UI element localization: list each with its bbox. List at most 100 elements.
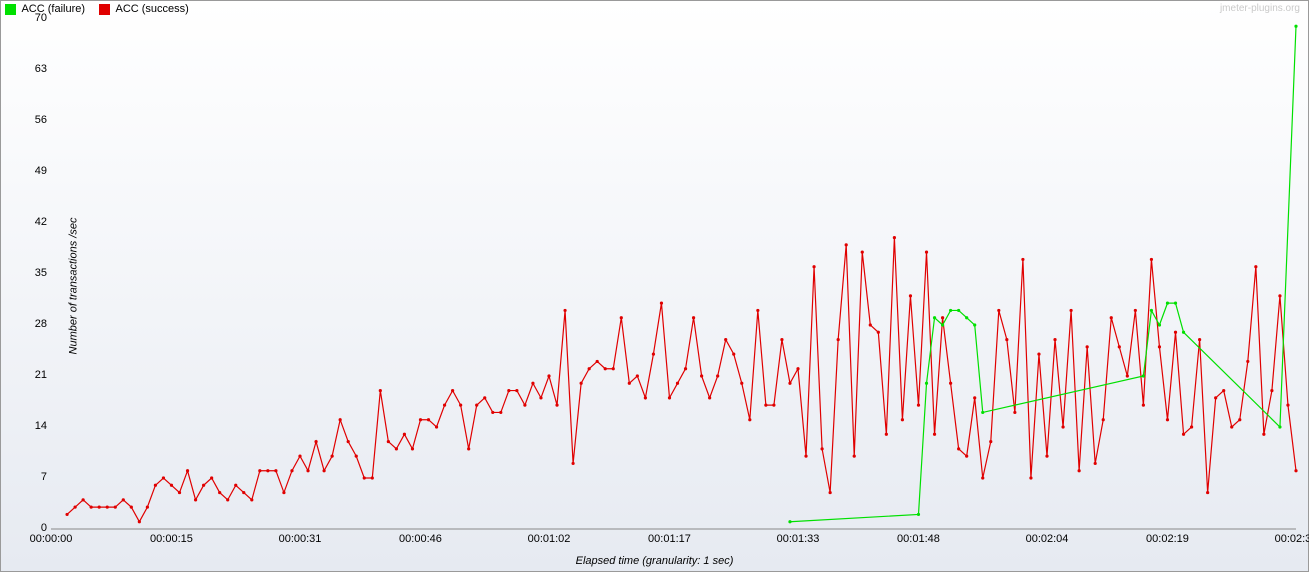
x-tick: 00:01:02 (528, 533, 571, 545)
data-point (266, 469, 269, 472)
series-line (790, 26, 1296, 521)
data-point (965, 316, 968, 319)
data-point (668, 396, 671, 399)
data-point (901, 418, 904, 421)
data-point (186, 469, 189, 472)
y-tick: 35 (1, 267, 47, 279)
data-point (596, 360, 599, 363)
data-point (210, 476, 213, 479)
data-point (371, 476, 374, 479)
data-point (1134, 309, 1137, 312)
data-point (90, 506, 93, 509)
data-point (555, 404, 558, 407)
data-point (1294, 469, 1297, 472)
data-point (772, 404, 775, 407)
data-point (138, 520, 141, 523)
y-tick: 14 (1, 420, 47, 432)
data-point (1270, 389, 1273, 392)
data-point (467, 447, 470, 450)
data-point (829, 491, 832, 494)
data-point (861, 251, 864, 254)
data-point (885, 433, 888, 436)
data-point (435, 425, 438, 428)
data-point (419, 418, 422, 421)
x-tick: 00:00:00 (30, 533, 73, 545)
data-point (949, 382, 952, 385)
data-point (612, 367, 615, 370)
y-tick: 21 (1, 369, 47, 381)
data-point (1061, 425, 1064, 428)
y-tick: 42 (1, 216, 47, 228)
data-point (820, 447, 823, 450)
data-point (756, 309, 759, 312)
x-tick: 00:02:19 (1146, 533, 1189, 545)
data-point (1254, 265, 1257, 268)
data-point (997, 309, 1000, 312)
data-point (1029, 476, 1032, 479)
x-tick: 00:00:31 (279, 533, 322, 545)
data-point (73, 506, 76, 509)
data-point (290, 469, 293, 472)
data-point (684, 367, 687, 370)
legend-label-success: ACC (success) (115, 3, 188, 15)
data-point (909, 294, 912, 297)
data-point (1069, 309, 1072, 312)
data-point (1053, 338, 1056, 341)
data-point (379, 389, 382, 392)
data-point (1126, 374, 1129, 377)
data-point (869, 323, 872, 326)
data-point (1278, 294, 1281, 297)
data-point (1158, 345, 1161, 348)
data-point (515, 389, 518, 392)
data-point (941, 323, 944, 326)
data-point (459, 404, 462, 407)
data-point (1142, 404, 1145, 407)
data-point (1174, 331, 1177, 334)
data-point (716, 374, 719, 377)
legend-item-success[interactable]: ACC (success) (99, 3, 189, 15)
data-point (1118, 345, 1121, 348)
data-point (306, 469, 309, 472)
legend-swatch-success (99, 4, 110, 15)
data-point (339, 418, 342, 421)
data-point (933, 433, 936, 436)
chart-svg (51, 19, 1296, 529)
data-point (1166, 418, 1169, 421)
x-tick: 00:01:33 (777, 533, 820, 545)
data-point (1021, 258, 1024, 261)
data-point (1102, 418, 1105, 421)
data-point (1110, 316, 1113, 319)
data-point (780, 338, 783, 341)
data-point (1086, 345, 1089, 348)
data-point (355, 455, 358, 458)
y-tick: 28 (1, 318, 47, 330)
data-point (1045, 455, 1048, 458)
data-point (1246, 360, 1249, 363)
data-point (178, 491, 181, 494)
data-point (146, 506, 149, 509)
data-point (1182, 433, 1185, 436)
data-point (1142, 374, 1145, 377)
data-point (652, 353, 655, 356)
data-point (812, 265, 815, 268)
data-point (218, 491, 221, 494)
data-point (1238, 418, 1241, 421)
data-point (258, 469, 261, 472)
data-point (363, 476, 366, 479)
data-point (989, 440, 992, 443)
x-tick: 00:02:04 (1026, 533, 1069, 545)
data-point (411, 447, 414, 450)
x-tick: 00:00:15 (150, 533, 193, 545)
data-point (507, 389, 510, 392)
data-point (1222, 389, 1225, 392)
x-tick: 00:02:35 (1275, 533, 1309, 545)
data-point (274, 469, 277, 472)
data-point (162, 476, 165, 479)
data-point (676, 382, 679, 385)
data-point (1013, 411, 1016, 414)
y-tick: 56 (1, 114, 47, 126)
data-point (845, 243, 848, 246)
data-point (250, 498, 253, 501)
data-point (523, 404, 526, 407)
data-point (764, 404, 767, 407)
